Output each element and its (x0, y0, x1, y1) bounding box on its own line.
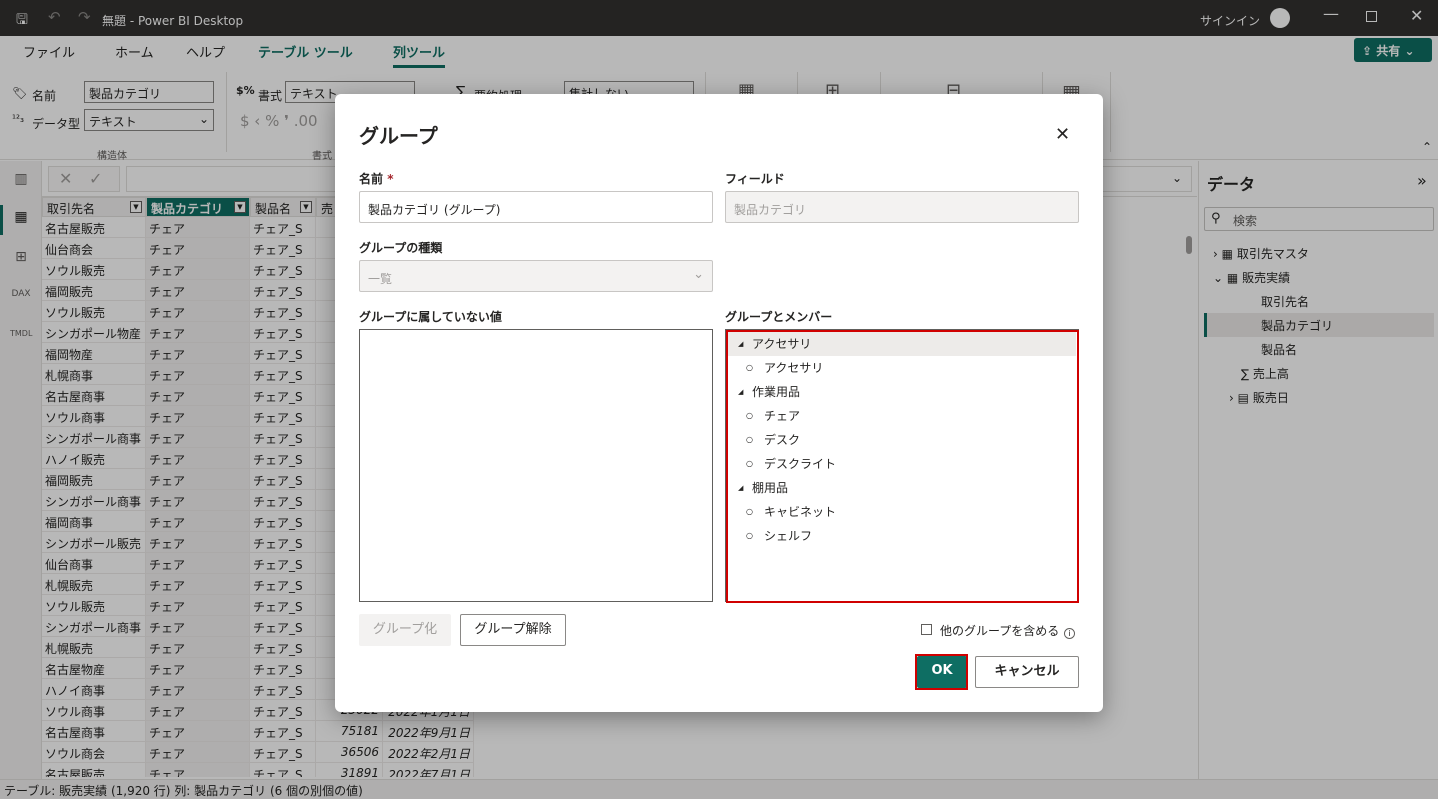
ungrouped-values-list[interactable] (359, 329, 713, 602)
close-icon[interactable]: ✕ (1055, 124, 1070, 145)
highlight-box (726, 330, 1079, 603)
group-type-value: 一覧 (368, 272, 393, 286)
name-field-label: 名前 * (359, 170, 393, 187)
required-marker: * (387, 172, 394, 186)
ungroup-button[interactable]: グループ解除 (460, 614, 566, 646)
group-type-select: 一覧 ⌄ (359, 260, 713, 292)
group-button: グループ化 (359, 614, 451, 646)
dialog-title: グループ (359, 124, 438, 148)
include-other-label[interactable]: 他のグループを含める (940, 622, 1059, 639)
highlight-box (915, 654, 968, 690)
group-dialog: グループ ✕ 名前 * 製品カテゴリ (グループ) フィールド 製品カテゴリ グ… (335, 94, 1103, 712)
name-label-text: 名前 (359, 172, 384, 186)
field-input: 製品カテゴリ (725, 191, 1079, 223)
chevron-down-icon: ⌄ (693, 267, 704, 282)
ungrouped-values-label: グループに属していない値 (359, 310, 502, 324)
group-name-input[interactable]: 製品カテゴリ (グループ) (359, 191, 713, 223)
include-other-checkbox[interactable] (921, 624, 932, 635)
info-icon[interactable]: i (1064, 628, 1075, 639)
cancel-button[interactable]: キャンセル (975, 656, 1079, 688)
group-type-label: グループの種類 (359, 241, 443, 255)
field-label: フィールド (725, 172, 785, 186)
groups-members-label: グループとメンバー (725, 310, 833, 324)
